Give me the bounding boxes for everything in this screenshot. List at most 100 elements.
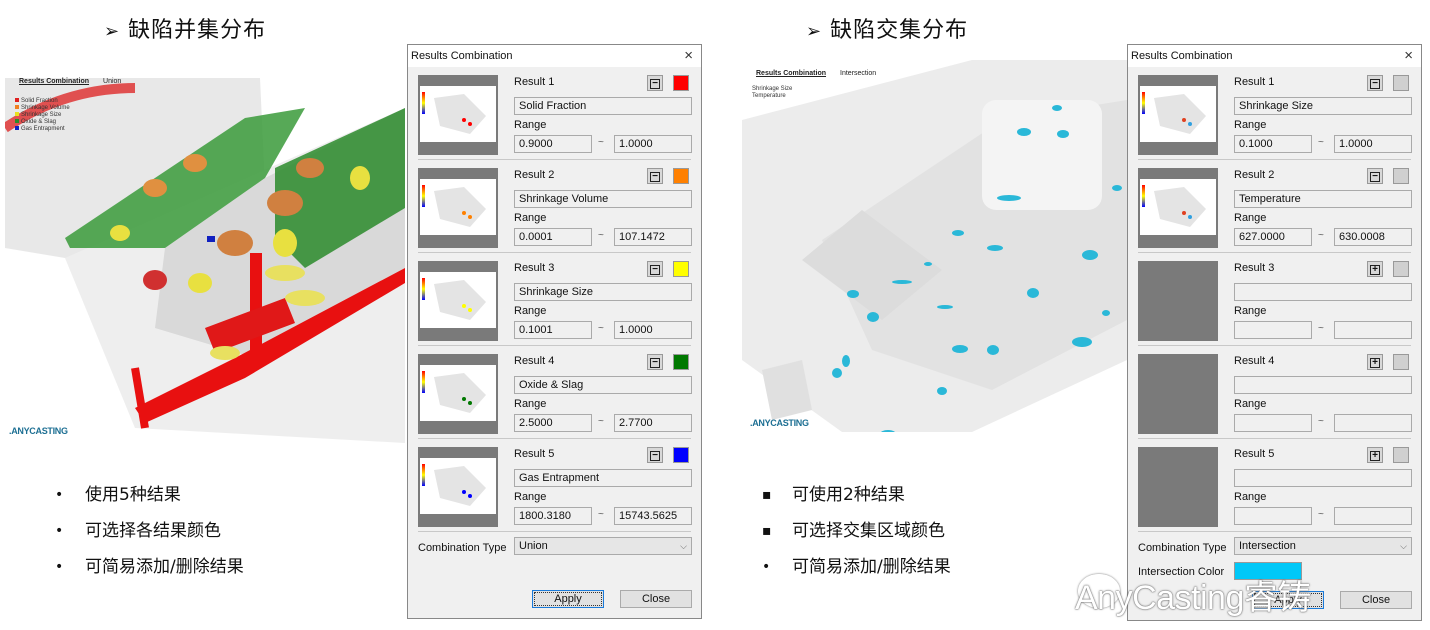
result-name-field[interactable]	[1234, 469, 1412, 487]
defect-blob	[880, 430, 896, 432]
result-slot-5: Result 5− Gas Entrapment Range 1800.3180 ~15…	[418, 439, 692, 532]
minus-icon: −	[650, 172, 660, 182]
defect-blob	[997, 195, 1021, 201]
add-result-button[interactable]: +	[1367, 447, 1383, 463]
result-name-field[interactable]	[1234, 283, 1412, 301]
intersection-casting-render	[742, 60, 1127, 432]
range-min-input[interactable]: 2.5000	[514, 414, 592, 432]
result-slot-2: Result 2− Shrinkage Volume Range 0.0001 ~107…	[418, 160, 692, 253]
remove-result-button[interactable]: −	[647, 447, 663, 463]
defect-blob	[952, 345, 968, 353]
range-min-input[interactable]	[1234, 507, 1312, 525]
result-color-swatch[interactable]	[1393, 75, 1409, 91]
range-min-input[interactable]: 0.1001	[514, 321, 592, 339]
intersection-results-combination-dialog: Results Combination × Result 1− Shrinkage…	[1127, 44, 1422, 621]
result-slot-4: Result 4 + Range ~	[1138, 346, 1412, 439]
viewport-header: Results Combination Intersection	[756, 70, 877, 77]
combination-type-select[interactable]: Union ⌵	[514, 537, 692, 555]
remove-result-button[interactable]: −	[647, 354, 663, 370]
range-max-input[interactable]	[1334, 321, 1412, 339]
legend-item: Oxide & Slag	[15, 119, 70, 126]
legend-item: Shrinkage Volume	[15, 105, 70, 112]
feature-item: • 可简易添加/删除结果	[55, 557, 244, 577]
combination-type-select[interactable]: Intersection ⌵	[1234, 537, 1412, 555]
result-name-field[interactable]: Temperature	[1234, 190, 1412, 208]
defect-blob	[867, 312, 879, 322]
result-thumbnail	[1138, 75, 1218, 155]
result-color-swatch[interactable]	[1393, 354, 1409, 370]
feature-item: • 可简易添加/删除结果	[762, 557, 951, 577]
plus-icon: +	[1370, 358, 1380, 368]
range-max-input[interactable]: 1.0000	[614, 135, 692, 153]
watermark: AnyCasting睿铸	[1075, 579, 1311, 617]
legend-item: Solid Fraction	[15, 98, 70, 105]
range-max-input[interactable]: 630.0008	[1334, 228, 1412, 246]
combination-type-row: Combination Type Intersection ⌵	[1138, 532, 1412, 562]
defect-blob	[1027, 288, 1039, 298]
result-name-field[interactable]: Shrinkage Volume	[514, 190, 692, 208]
result-slot-5: Result 5 + Range ~	[1138, 439, 1412, 532]
result-name-field[interactable]: Gas Entrapment	[514, 469, 692, 487]
result-color-swatch[interactable]	[673, 168, 689, 184]
legend-item: Shrinkage Size	[15, 112, 70, 119]
remove-result-button[interactable]: −	[647, 168, 663, 184]
legend-swatch	[15, 119, 19, 124]
defect-blob	[987, 345, 999, 355]
range-max-input[interactable]	[1334, 507, 1412, 525]
defect-blob	[937, 387, 947, 395]
result-name-field[interactable]: Oxide & Slag	[514, 376, 692, 394]
remove-result-button[interactable]: −	[1367, 168, 1383, 184]
close-icon[interactable]: ×	[684, 45, 693, 67]
range-min-input[interactable]	[1234, 321, 1312, 339]
defect-blob	[952, 230, 964, 236]
result-color-swatch[interactable]	[673, 261, 689, 277]
result-name-field[interactable]: Shrinkage Size	[514, 283, 692, 301]
result-thumbnail	[1138, 354, 1218, 434]
range-max-input[interactable]: 15743.5625	[614, 507, 692, 525]
close-button[interactable]: Close	[1340, 591, 1412, 609]
result-color-swatch[interactable]	[673, 75, 689, 91]
dialog-title-bar: Results Combination ×	[408, 45, 701, 67]
viewport-legend: Solid Fraction Shrinkage Volume Shrinkag…	[15, 98, 70, 133]
result-color-swatch[interactable]	[673, 447, 689, 463]
anycasting-logo: .ANYCASTING	[750, 418, 809, 428]
result-thumbnail	[418, 261, 498, 341]
defect-blob	[847, 290, 859, 298]
add-result-button[interactable]: +	[1367, 354, 1383, 370]
range-min-input[interactable]: 0.9000	[514, 135, 592, 153]
intersection-3d-viewport[interactable]: Results Combination Intersection Shrinkag…	[742, 60, 1127, 432]
close-button[interactable]: Close	[620, 590, 692, 608]
add-result-button[interactable]: +	[1367, 261, 1383, 277]
result-thumbnail	[418, 354, 498, 434]
apply-button[interactable]: Apply	[532, 590, 604, 608]
remove-result-button[interactable]: −	[647, 75, 663, 91]
defect-blob	[1082, 250, 1098, 260]
result-color-swatch[interactable]	[1393, 168, 1409, 184]
defect-blob	[1052, 105, 1062, 111]
range-max-input[interactable]: 1.0000	[1334, 135, 1412, 153]
remove-result-button[interactable]: −	[647, 261, 663, 277]
defect-blob	[1017, 128, 1031, 136]
result-color-swatch[interactable]	[1393, 447, 1409, 463]
range-max-input[interactable]	[1334, 414, 1412, 432]
result-slot-4: Result 4− Oxide & Slag Range 2.5000 ~2.7700	[418, 346, 692, 439]
union-3d-viewport[interactable]: Results Combination Union Solid Fraction …	[5, 68, 405, 443]
result-color-swatch[interactable]	[673, 354, 689, 370]
range-min-input[interactable]: 1800.3180	[514, 507, 592, 525]
range-max-input[interactable]: 1.0000	[614, 321, 692, 339]
result-color-swatch[interactable]	[1393, 261, 1409, 277]
remove-result-button[interactable]: −	[1367, 75, 1383, 91]
range-max-input[interactable]: 107.1472	[614, 228, 692, 246]
range-min-input[interactable]: 627.0000	[1234, 228, 1312, 246]
range-min-input[interactable]: 0.0001	[514, 228, 592, 246]
plus-icon: +	[1370, 265, 1380, 275]
result-name-field[interactable]: Solid Fraction	[514, 97, 692, 115]
range-min-input[interactable]: 0.1000	[1234, 135, 1312, 153]
minus-icon: −	[650, 358, 660, 368]
range-max-input[interactable]: 2.7700	[614, 414, 692, 432]
result-name-field[interactable]: Shrinkage Size	[1234, 97, 1412, 115]
anycasting-logo: .ANYCASTING	[9, 426, 68, 436]
close-icon[interactable]: ×	[1404, 45, 1413, 67]
range-min-input[interactable]	[1234, 414, 1312, 432]
result-name-field[interactable]	[1234, 376, 1412, 394]
